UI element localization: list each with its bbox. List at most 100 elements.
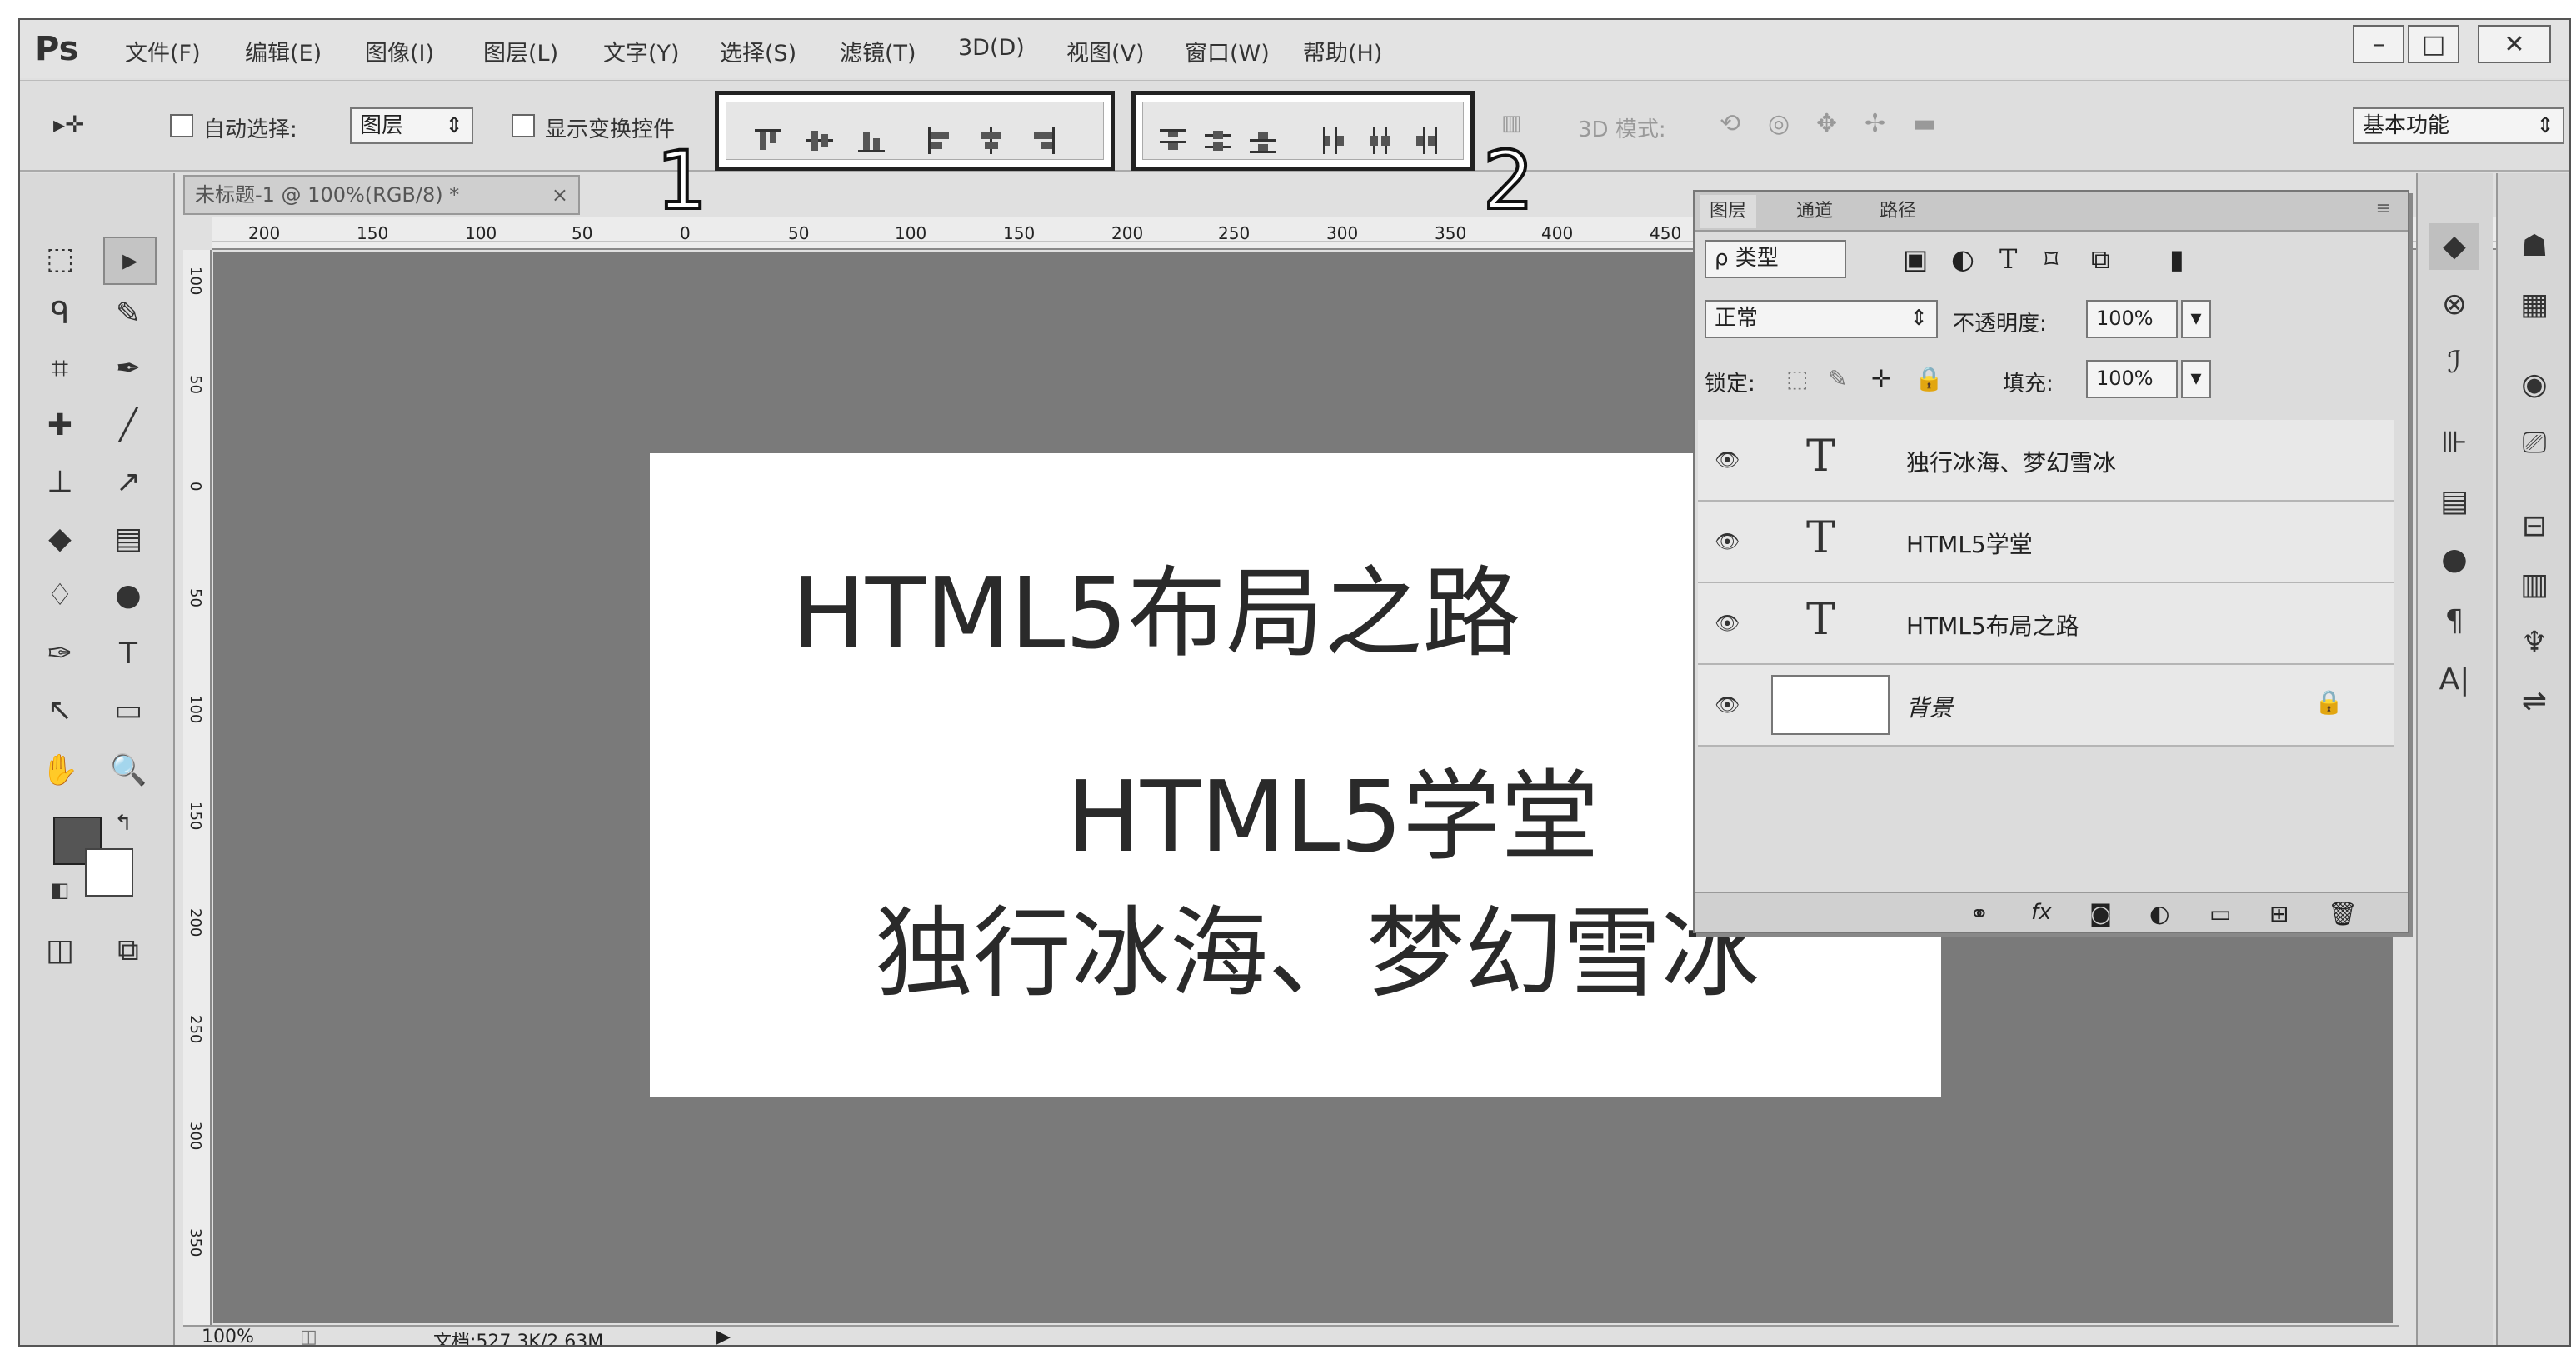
tool-presets-icon[interactable]: ⇌	[2509, 678, 2559, 725]
auto-select-dropdown[interactable]: 图层 ⇕	[350, 107, 473, 144]
tab-paths[interactable]: 路径	[1870, 195, 1926, 228]
fill-arrow-icon[interactable]: ▾	[2181, 360, 2211, 398]
actions-panel-icon[interactable]: ▤	[2429, 478, 2479, 525]
layer-row-background[interactable]: 👁 背景 🔒	[1698, 665, 2394, 747]
menu-image[interactable]: 图像(I)	[365, 35, 434, 67]
menu-help[interactable]: 帮助(H)	[1303, 35, 1382, 67]
align-bottom-edges-icon[interactable]	[855, 124, 888, 157]
brush-presets-icon[interactable]: ▥	[2509, 562, 2559, 608]
new-layer-icon[interactable]: ⊞	[2269, 900, 2289, 927]
menu-type[interactable]: 文字(Y)	[603, 35, 680, 67]
opacity-arrow-icon[interactable]: ▾	[2181, 300, 2211, 338]
lock-transparent-icon[interactable]: ⬚	[1786, 365, 1808, 392]
adjustment-layer-icon[interactable]: ◐	[2149, 900, 2169, 927]
menu-select[interactable]: 选择(S)	[720, 35, 796, 67]
visibility-eye-icon[interactable]: 👁	[1715, 530, 1740, 553]
move-tool-icon[interactable]: ▸	[103, 237, 157, 285]
path-selection-tool-icon[interactable]: ↖	[35, 688, 85, 733]
distribute-vertical-centers-icon[interactable]	[1201, 124, 1235, 157]
properties-panel-icon[interactable]: ⊟	[2509, 503, 2559, 550]
background-color-swatch[interactable]	[85, 848, 133, 897]
history-brush-tool-icon[interactable]: ↗	[103, 460, 153, 505]
close-tab-icon[interactable]: ×	[552, 177, 568, 213]
zoom-level[interactable]: 100%	[202, 1327, 254, 1345]
rectangle-tool-icon[interactable]: ▭	[103, 688, 153, 733]
text-layer-author[interactable]: 独行冰海、梦幻雪冰	[875, 873, 1760, 1016]
zoom-tool-icon[interactable]: 🔍	[103, 748, 153, 793]
minimize-button[interactable]: –	[2353, 25, 2404, 63]
menu-window[interactable]: 窗口(W)	[1185, 35, 1270, 67]
filter-smart-object-icon[interactable]: ⧉	[2091, 243, 2110, 276]
filter-type-icon[interactable]: T	[1999, 243, 2017, 275]
lock-all-icon[interactable]: 🔒	[1915, 365, 1944, 392]
clone-stamp-tool-icon[interactable]: ⊥	[35, 460, 85, 505]
hand-tool-icon[interactable]: ✋	[35, 748, 85, 793]
filter-toggle-icon[interactable]: ▮	[2169, 243, 2184, 275]
maximize-button[interactable]: □	[2408, 25, 2459, 63]
visibility-eye-icon[interactable]: 👁	[1715, 612, 1740, 635]
distribute-bottom-edges-icon[interactable]	[1246, 124, 1280, 157]
auto-align-layers-icon[interactable]: ▥	[1501, 111, 1522, 136]
align-left-edges-icon[interactable]	[923, 124, 956, 157]
delete-layer-icon[interactable]: 🗑	[2328, 900, 2358, 927]
workspace-dropdown[interactable]: 基本功能 ⇕	[2353, 107, 2564, 144]
visibility-eye-icon[interactable]: 👁	[1715, 448, 1740, 472]
gradient-tool-icon[interactable]: ▤	[103, 517, 153, 562]
crop-tool-icon[interactable]: ⌗	[35, 347, 85, 392]
visibility-eye-icon[interactable]: 👁	[1715, 693, 1740, 717]
menu-3d[interactable]: 3D(D)	[958, 35, 1025, 61]
distribute-horizontal-centers-icon[interactable]	[1363, 124, 1396, 157]
eyedropper-tool-icon[interactable]: ✒	[103, 347, 153, 392]
close-button[interactable]: ✕	[2478, 25, 2551, 63]
layers-panel-icon[interactable]: ◆	[2429, 223, 2479, 270]
status-arrow-icon[interactable]: ▶	[716, 1327, 731, 1345]
filter-pixel-icon[interactable]: ▣	[1903, 243, 1928, 275]
opacity-input[interactable]: 100%	[2086, 300, 2178, 338]
document-tab[interactable]: 未标题-1 @ 100%(RGB/8) * ×	[183, 175, 580, 215]
brush-tool-icon[interactable]: ╱	[103, 403, 153, 448]
menu-edit[interactable]: 编辑(E)	[245, 35, 322, 67]
pen-tool-icon[interactable]: ✑	[35, 632, 85, 677]
screen-mode-icon[interactable]: ⧉	[103, 928, 153, 973]
adjustments-panel-icon[interactable]: ◉	[2509, 362, 2559, 408]
layer-row[interactable]: 👁 T HTML5学堂	[1698, 502, 2394, 583]
filter-shape-icon[interactable]: ⌑	[2044, 243, 2058, 275]
move-tool-preset-icon[interactable]: ▸✛	[53, 111, 85, 138]
fx-icon[interactable]: fx	[2031, 900, 2052, 925]
character-panel-icon[interactable]: A|	[2429, 657, 2479, 703]
text-layer-html5-school[interactable]: HTML5学堂	[1066, 737, 1599, 879]
add-mask-icon[interactable]: ◙	[2089, 900, 2112, 927]
info-panel-icon[interactable]: ●	[2429, 537, 2479, 583]
new-group-icon[interactable]: ▭	[2209, 900, 2231, 927]
healing-brush-tool-icon[interactable]: ✚	[35, 403, 85, 448]
blur-tool-icon[interactable]: ♢	[35, 573, 85, 618]
show-transform-checkbox[interactable]	[512, 114, 535, 137]
history-panel-icon[interactable]: ⊪	[2429, 420, 2479, 467]
paragraph-panel-icon[interactable]: ¶	[2429, 598, 2479, 645]
lasso-tool-icon[interactable]: ᑫ	[35, 292, 85, 337]
align-horizontal-centers-icon[interactable]	[975, 124, 1008, 157]
link-layers-icon[interactable]: ⚭	[1969, 900, 1989, 927]
default-colors-icon[interactable]: ◧	[43, 873, 77, 907]
paths-panel-icon[interactable]: ℐ	[2429, 340, 2479, 387]
text-layer-html5-layout[interactable]: HTML5布局之路	[791, 533, 1520, 676]
clone-source-icon[interactable]: ♆	[2509, 620, 2559, 667]
quick-mask-icon[interactable]: ◫	[35, 928, 85, 973]
tab-channels[interactable]: 通道	[1786, 195, 1843, 228]
channels-panel-icon[interactable]: ⊗	[2429, 282, 2479, 328]
layer-row[interactable]: 👁 T HTML5布局之路	[1698, 583, 2394, 665]
swap-colors-icon[interactable]: ↰	[107, 807, 140, 840]
quick-selection-tool-icon[interactable]: ✎	[103, 292, 153, 337]
color-panel-icon[interactable]: ☗	[2509, 223, 2559, 270]
distribute-top-edges-icon[interactable]	[1156, 124, 1190, 157]
menu-file[interactable]: 文件(F)	[125, 35, 201, 67]
distribute-left-edges-icon[interactable]	[1318, 124, 1351, 157]
lock-position-icon[interactable]: ✛	[1871, 365, 1890, 392]
menu-filter[interactable]: 滤镜(T)	[840, 35, 916, 67]
swatches-panel-icon[interactable]: ▦	[2509, 282, 2559, 328]
tab-layers[interactable]: 图层	[1700, 195, 1757, 228]
auto-select-checkbox[interactable]	[170, 114, 193, 137]
eraser-tool-icon[interactable]: ◆	[35, 517, 85, 562]
blend-mode-dropdown[interactable]: 正常 ⇕	[1705, 300, 1938, 338]
menu-layer[interactable]: 图层(L)	[483, 35, 558, 67]
